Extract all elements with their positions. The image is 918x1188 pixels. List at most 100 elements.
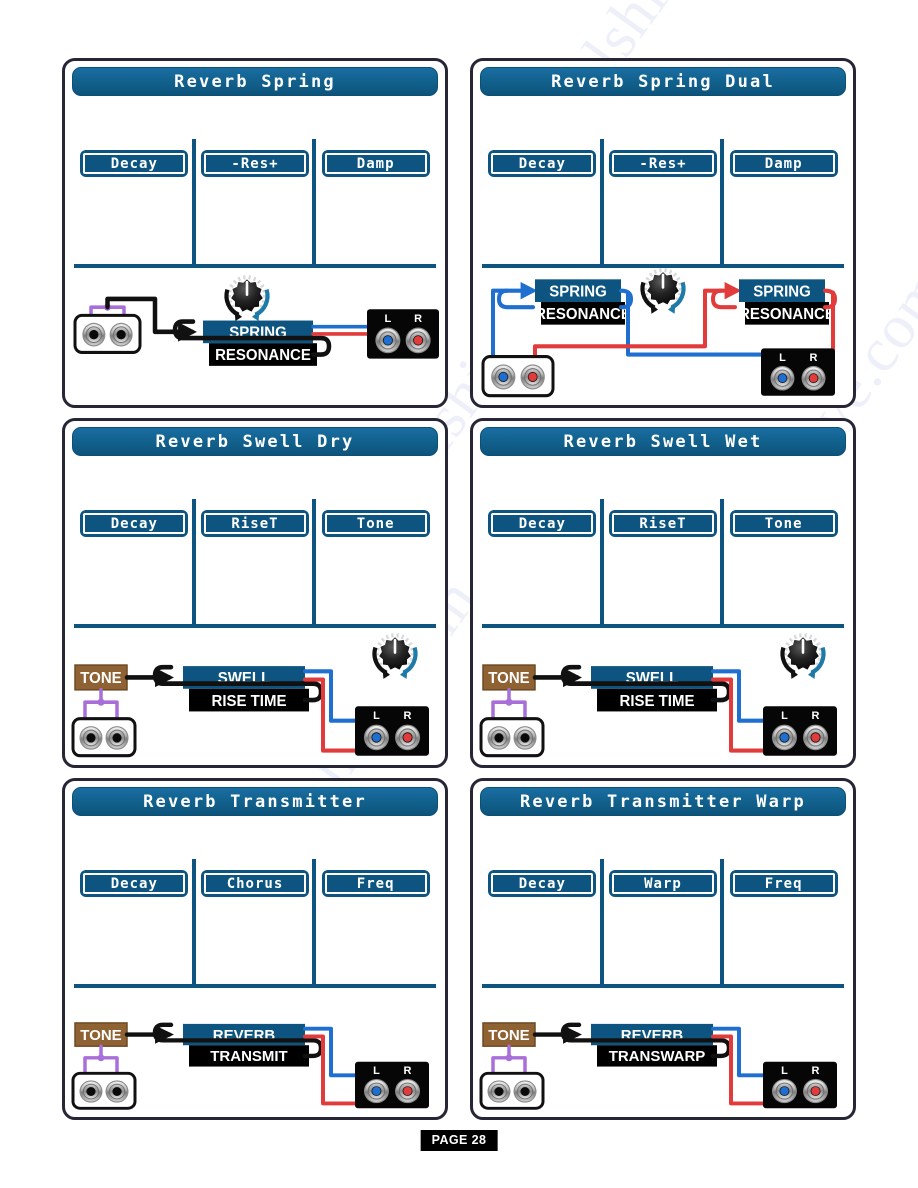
parameter-label: Tone [356, 515, 395, 532]
parameter-box[interactable]: -Res+ [200, 150, 309, 177]
parameter-label: RiseT [231, 515, 279, 532]
parameter-box[interactable]: Damp [321, 150, 430, 177]
effect-block: REVERBTRANSMIT [183, 1023, 309, 1067]
jack-socket [803, 724, 829, 751]
parameter-box[interactable]: Decay [488, 510, 597, 537]
parameter-label: -Res+ [639, 155, 687, 172]
rotary-knob-icon [224, 275, 270, 321]
parameter-box[interactable]: RiseT [608, 510, 717, 537]
parameter-box[interactable]: Decay [488, 150, 597, 177]
effect-block: SWELLRISE TIME [183, 666, 309, 712]
jack-socket [491, 364, 516, 390]
input-jack-plate [479, 717, 545, 758]
effect-title-bar: Reverb Spring [72, 67, 438, 96]
output-right-label: R [812, 710, 820, 722]
parameter-strip: Decay -Res+ Damp [74, 139, 436, 264]
output-jack-plate: LR [355, 706, 429, 756]
effect-block-left: SPRING RESONANCE [535, 279, 631, 325]
input-jack-plate [479, 1071, 545, 1110]
effect-card: Reverb Transmitter Decay Chorus Freq TONE REV… [62, 778, 448, 1120]
diagram-area: TONE SWELL RISE TIME L R [473, 628, 853, 765]
parameter-box[interactable]: Decay [80, 870, 189, 897]
tone-block: TONE [74, 1022, 128, 1047]
parameter-box[interactable]: Tone [729, 510, 838, 537]
page-number-badge: PAGE 28 [420, 1130, 498, 1151]
parameter-box[interactable]: RiseT [200, 510, 309, 537]
parameter-box-inner: Decay [83, 873, 186, 894]
diagram-area: TONE REVERB TRANSMIT L R [65, 988, 445, 1117]
parameter-box[interactable]: Decay [80, 510, 189, 537]
effect-card: Reverb Swell Wet Decay RiseT Tone TONE SWELL R… [470, 418, 856, 768]
jack-socket [487, 1080, 511, 1103]
effect-title: Reverb Spring Dual [551, 71, 775, 92]
right-loop-wire [711, 288, 737, 310]
effect-card: Reverb Swell Dry Decay RiseT Tone TONE SWELL R… [62, 418, 448, 768]
jack-socket [375, 327, 401, 354]
parameter-box[interactable]: -Res+ [608, 150, 717, 177]
parameter-box[interactable]: Chorus [200, 870, 309, 897]
parameter-box-inner: Freq [324, 873, 427, 894]
parameter-strip: Decay RiseT Tone [482, 499, 844, 624]
effect-block-top-label: SPRING [753, 283, 810, 300]
jack-socket [801, 365, 826, 391]
parameter-columns: Decay RiseT Tone [74, 499, 436, 624]
parameter-box[interactable]: Freq [321, 870, 430, 897]
input-jack-plate [73, 313, 142, 355]
parameter-box-inner: Decay [491, 153, 594, 174]
parameter-column: Chorus [191, 859, 316, 984]
parameter-label: Decay [518, 155, 566, 172]
parameter-label: Damp [764, 155, 803, 172]
jack-socket [487, 726, 511, 750]
output-right-label: R [404, 710, 412, 722]
parameter-box-inner: RiseT [611, 513, 714, 534]
jack-socket [771, 724, 797, 751]
effect-title-bar: Reverb Transmitter Warp [480, 787, 846, 816]
jack-socket [363, 1078, 389, 1104]
parameter-column: Warp [599, 859, 724, 984]
jack-socket [520, 364, 545, 390]
diagram-area: TONE REVERB TRANSWARP L R [473, 988, 853, 1117]
parameter-label: Chorus [226, 875, 284, 892]
parameter-box-inner: Chorus [203, 873, 306, 894]
signal-flow-diagram: SPRINGRESONANCESPRINGRESONANCEL R [481, 268, 837, 398]
parameter-box[interactable]: Warp [608, 870, 717, 897]
tone-block-label: TONE [80, 670, 121, 687]
effect-title: Reverb Spring [174, 71, 336, 92]
jack-socket [105, 1080, 129, 1103]
output-right-label: R [414, 313, 422, 325]
parameter-column: Decay [74, 499, 195, 624]
parameter-column: Decay [74, 139, 195, 264]
parameter-box[interactable]: Damp [729, 150, 838, 177]
parameter-column: Damp [720, 139, 844, 264]
parameter-label: Decay [110, 875, 158, 892]
parameter-box[interactable]: Freq [729, 870, 838, 897]
effect-block-bottom-label: RESONANCE [535, 306, 631, 323]
parameter-column: RiseT [191, 499, 316, 624]
effect-block-bottom-label: RISE TIME [212, 693, 287, 710]
effect-block-bottom-label: RESONANCE [215, 347, 311, 364]
effect-block: REVERBTRANSWARP [591, 1023, 717, 1067]
parameter-box-inner: Decay [491, 873, 594, 894]
output-left-label: L [373, 710, 380, 722]
tone-block: TONE [74, 664, 128, 691]
signal-flow-diagram: TONE SWELLRISE TIMEL R [479, 633, 837, 758]
jack-socket [395, 1078, 421, 1104]
rotary-knob-icon [372, 633, 418, 679]
output-right-label: R [812, 1065, 820, 1077]
parameter-column: Decay [482, 859, 603, 984]
parameter-columns: Decay Chorus Freq [74, 859, 436, 984]
effect-title-bar: Reverb Spring Dual [480, 67, 846, 96]
output-left-label: L [779, 352, 786, 364]
output-jack-plate: LR [355, 1061, 429, 1109]
parameter-box[interactable]: Decay [488, 870, 597, 897]
parameter-box-inner: Freq [732, 873, 835, 894]
parameter-box[interactable]: Decay [80, 150, 189, 177]
parameter-box[interactable]: Tone [321, 510, 430, 537]
tone-block: TONE [482, 1022, 536, 1047]
parameter-label: RiseT [639, 515, 687, 532]
tone-block-label: TONE [488, 1028, 530, 1044]
effect-title: Reverb Transmitter [143, 791, 367, 812]
output-left-label: L [385, 313, 392, 325]
effect-block-bottom-label: RISE TIME [620, 693, 695, 710]
effect-block-bottom-label: RESONANCE [739, 306, 835, 323]
